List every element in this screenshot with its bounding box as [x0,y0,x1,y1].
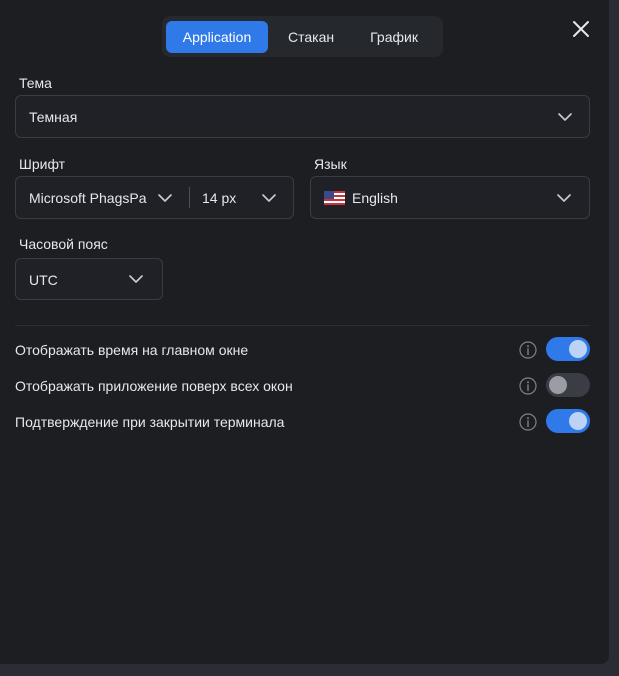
theme-value: Темная [29,108,78,125]
timezone-label: Часовой пояс [19,236,108,252]
option-always-on-top-toggle[interactable] [546,373,590,397]
info-icon[interactable] [519,341,537,359]
theme-select[interactable]: Темная [15,95,590,138]
chevron-down-icon [129,275,143,283]
info-icon[interactable] [519,413,537,431]
toggle-knob [569,340,587,358]
chevron-down-icon [158,194,172,202]
info-icon[interactable] [519,377,537,395]
option-always-on-top-label: Отображать приложение поверх всех окон [15,378,293,394]
option-confirm-close-label: Подтверждение при закрытии терминала [15,414,285,430]
language-label: Язык [314,156,347,172]
font-size-select[interactable]: 14 px [202,190,236,206]
toggle-knob [569,412,587,430]
tab-stakan[interactable]: Стакан [272,21,350,53]
close-icon [573,21,589,37]
timezone-value: UTC [29,272,58,288]
theme-label: Тема [19,75,52,91]
tab-application[interactable]: Application [166,20,268,53]
chevron-down-icon [557,194,571,202]
settings-tabs: Application Стакан График [162,16,443,57]
tab-grafik[interactable]: График [354,21,434,53]
toggle-knob [549,376,567,394]
settings-panel: Application Стакан График Тема Темная Шр… [0,0,609,664]
divider [15,325,590,326]
font-field: Microsoft PhagsPa 14 px [15,176,294,219]
chevron-down-icon [262,194,276,202]
timezone-select[interactable]: UTC [15,258,163,300]
option-show-time-toggle[interactable] [546,337,590,361]
option-show-time-label: Отображать время на главном окне [15,342,249,358]
font-field-divider [189,187,190,208]
close-button[interactable] [570,18,592,40]
option-confirm-close-toggle[interactable] [546,409,590,433]
font-label: Шрифт [19,156,66,172]
font-family-select[interactable]: Microsoft PhagsPa [29,190,147,206]
language-select[interactable]: English [310,176,590,219]
us-flag-icon [324,191,345,205]
chevron-down-icon [558,113,572,121]
language-value: English [352,190,398,206]
